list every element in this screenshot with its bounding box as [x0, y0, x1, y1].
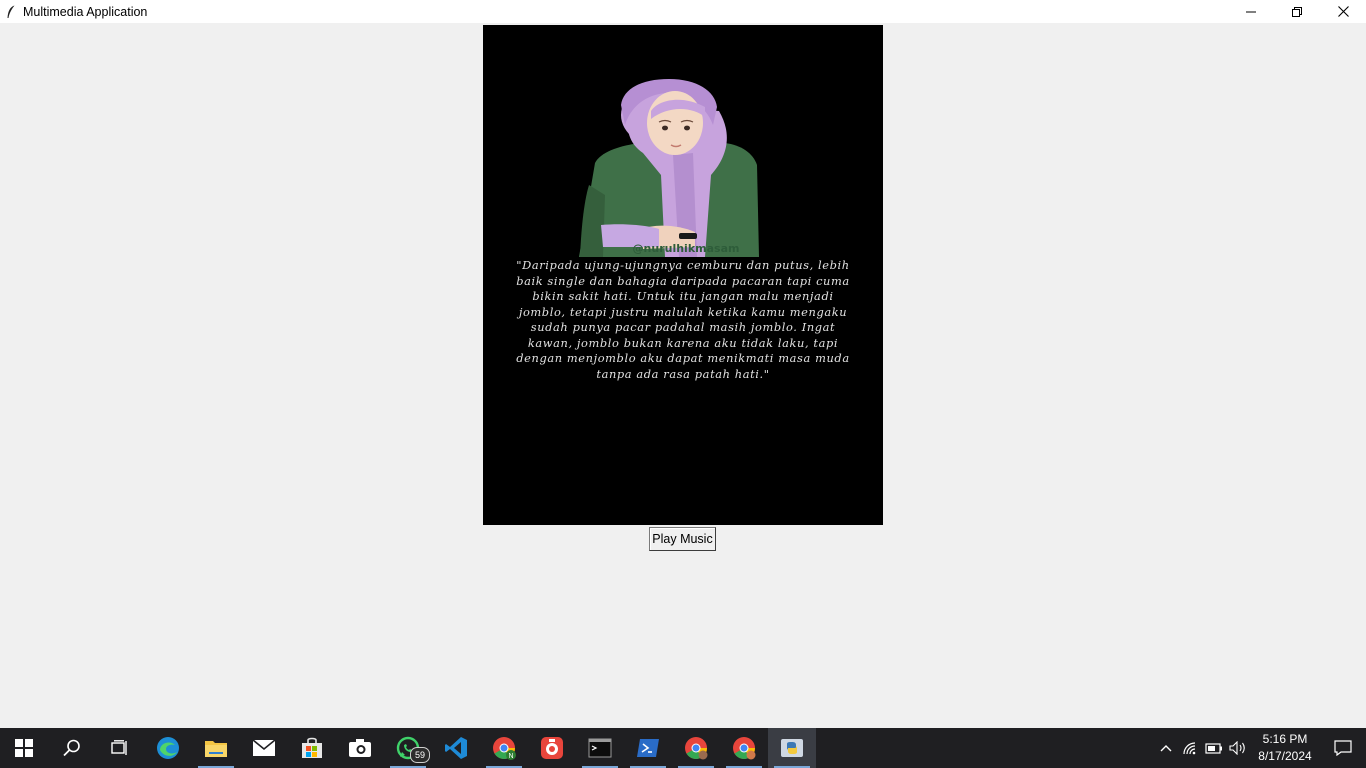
- camera-icon[interactable]: [336, 728, 384, 768]
- terminal-icon[interactable]: [576, 728, 624, 768]
- chrome-icon[interactable]: [672, 728, 720, 768]
- battery-icon[interactable]: [1202, 728, 1226, 768]
- whatsapp-icon[interactable]: 59: [384, 728, 432, 768]
- taskbar-clock[interactable]: 5:16 PM 8/17/2024: [1250, 731, 1320, 765]
- wifi-icon[interactable]: [1178, 728, 1202, 768]
- whatsapp-badge: 59: [410, 747, 430, 763]
- chevron-up-icon[interactable]: [1154, 728, 1178, 768]
- microsoft-store-icon[interactable]: [288, 728, 336, 768]
- close-icon[interactable]: [1320, 0, 1366, 23]
- taskbar: 59 N 5:16 PM 8/17/2024: [0, 728, 1366, 768]
- search-icon[interactable]: [48, 728, 96, 768]
- image-watermark: @nurulhikmasam: [632, 242, 740, 255]
- feather-icon: [6, 5, 16, 19]
- notification-icon[interactable]: [1320, 728, 1366, 768]
- chrome-user-icon[interactable]: [720, 728, 768, 768]
- restore-icon[interactable]: [1274, 0, 1320, 23]
- window-title: Multimedia Application: [23, 4, 148, 19]
- minimize-icon[interactable]: [1228, 0, 1274, 23]
- task-view-icon[interactable]: [96, 728, 144, 768]
- window-controls: [1228, 0, 1366, 23]
- app-window-content: @nurulhikmasam "Daripada ujung-ujungnya …: [0, 23, 1366, 728]
- hijab-illustration: [579, 79, 759, 257]
- edge-icon[interactable]: [144, 728, 192, 768]
- vscode-icon[interactable]: [432, 728, 480, 768]
- mail-icon[interactable]: [240, 728, 288, 768]
- svg-text:N: N: [508, 753, 513, 760]
- quote-text: "Daripada ujung-ujungnya cemburu dan put…: [516, 258, 850, 381]
- file-explorer-icon[interactable]: [192, 728, 240, 768]
- title-bar: Multimedia Application: [0, 0, 1366, 23]
- system-tray: 5:16 PM 8/17/2024: [1154, 728, 1366, 768]
- clock-time: 5:16 PM: [1262, 732, 1308, 746]
- chrome-profile-icon[interactable]: N: [480, 728, 528, 768]
- clock-date: 8/17/2024: [1258, 749, 1312, 763]
- powershell-icon[interactable]: [624, 728, 672, 768]
- play-music-button[interactable]: Play Music: [649, 527, 716, 551]
- volume-icon[interactable]: [1226, 728, 1250, 768]
- windows-start-icon[interactable]: [0, 728, 48, 768]
- recorder-icon[interactable]: [528, 728, 576, 768]
- python-icon[interactable]: [768, 728, 816, 768]
- media-image: @nurulhikmasam "Daripada ujung-ujungnya …: [483, 25, 883, 525]
